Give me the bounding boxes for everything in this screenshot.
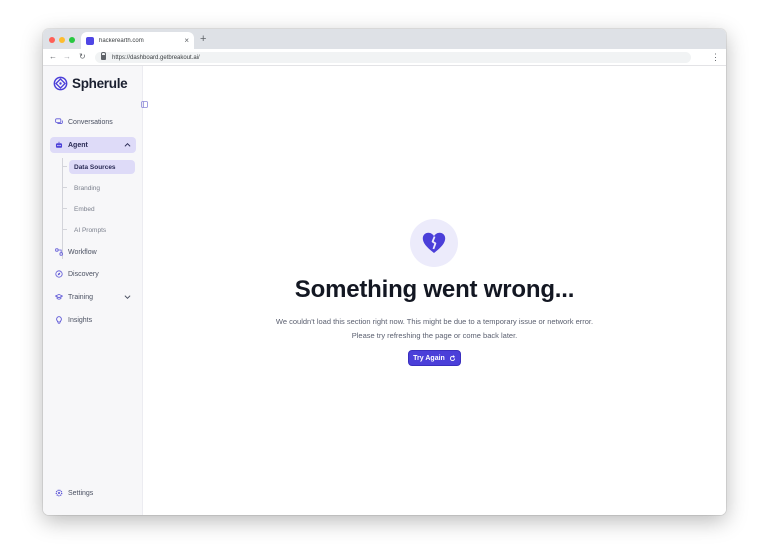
sidebar-item-label: Agent	[68, 141, 88, 149]
new-tab-button[interactable]: +	[200, 34, 206, 45]
graduation-cap-icon	[55, 293, 63, 301]
refresh-icon	[449, 354, 455, 361]
maximize-window-button[interactable]	[69, 37, 75, 43]
sidebar-item-training[interactable]: Training	[50, 289, 136, 305]
sidebar-item-insights[interactable]: Insights	[50, 312, 136, 328]
favicon-icon	[86, 36, 94, 45]
sidebar-item-label: Insights	[68, 316, 93, 324]
sidebar-subitem-label: AI Prompts	[74, 226, 107, 234]
sidebar-subitem-ai-prompts[interactable]: AI Prompts	[61, 223, 107, 237]
url-text: https://dashboard.getbreakout.ai/	[112, 54, 200, 61]
app-root: Spherule Conversations Agent Data Source…	[43, 66, 726, 515]
minimize-window-button[interactable]	[59, 37, 65, 43]
sidebar-item-discovery[interactable]: Discovery	[50, 266, 136, 282]
sidebar-item-label: Conversations	[68, 118, 113, 126]
sidebar-item-label: Settings	[68, 489, 94, 497]
brand-logo[interactable]: Spherule	[53, 76, 128, 91]
brand-name: Spherule	[72, 76, 128, 91]
error-title: Something went wrong...	[294, 276, 575, 303]
sidebar-item-settings[interactable]: Settings	[50, 485, 136, 501]
tab-bar: hackerearth.com × +	[43, 29, 726, 49]
sidebar-subitem-label: Embed	[74, 205, 95, 213]
sidebar-item-label: Training	[68, 293, 94, 301]
sidebar-subitem-branding[interactable]: Branding	[61, 181, 101, 195]
try-again-label: Try Again	[413, 354, 445, 362]
browser-tab[interactable]: hackerearth.com ×	[81, 32, 194, 49]
error-description-secondary: Please try refreshing the page or come b…	[351, 331, 518, 340]
main-content: Something went wrong... We couldn't load…	[143, 66, 726, 515]
close-window-button[interactable]	[49, 37, 55, 43]
sidebar-subitem-embed[interactable]: Embed	[62, 202, 95, 216]
browser-menu-icon[interactable]: ⋮	[711, 51, 720, 63]
bot-icon	[55, 141, 63, 149]
chevron-up-icon[interactable]	[124, 142, 131, 148]
error-description: We couldn't load this section right now.…	[275, 317, 594, 326]
workflow-icon	[55, 248, 63, 256]
lightbulb-icon	[55, 316, 63, 324]
forward-arrow-icon[interactable]: →	[63, 52, 71, 62]
sidebar-item-agent[interactable]: Agent	[50, 137, 136, 153]
tab-close-icon[interactable]: ×	[184, 36, 189, 45]
try-again-button[interactable]: Try Again	[408, 350, 461, 366]
broken-heart-icon	[410, 219, 458, 267]
reload-icon[interactable]: ↻	[79, 52, 86, 62]
sidebar-item-label: Workflow	[68, 248, 97, 256]
compass-icon	[55, 270, 63, 278]
sidebar-item-conversations[interactable]: Conversations	[50, 114, 136, 130]
address-bar: ← → ↻ https://dashboard.getbreakout.ai/ …	[43, 49, 726, 66]
sidebar-item-workflow[interactable]: Workflow	[50, 244, 136, 260]
collapse-sidebar-icon[interactable]	[140, 100, 148, 108]
sidebar-subitem-data-sources[interactable]: Data Sources	[62, 160, 135, 174]
sidebar: Spherule Conversations Agent Data Source…	[43, 66, 143, 515]
url-input[interactable]: https://dashboard.getbreakout.ai/	[95, 52, 691, 63]
sidebar-item-label: Discovery	[68, 270, 99, 278]
tab-title: hackerearth.com	[99, 37, 144, 44]
lock-icon	[101, 52, 106, 60]
chat-icon	[55, 118, 63, 126]
sidebar-subitem-label: Data Sources	[74, 163, 116, 171]
sidebar-subitem-label: Branding	[74, 184, 101, 192]
back-arrow-icon[interactable]: ←	[49, 52, 57, 62]
chevron-down-icon[interactable]	[124, 294, 131, 300]
gear-icon	[55, 489, 63, 497]
spherule-logo-icon	[53, 76, 68, 91]
browser-window: hackerearth.com × + ← → ↻ https://dashbo…	[43, 29, 726, 515]
